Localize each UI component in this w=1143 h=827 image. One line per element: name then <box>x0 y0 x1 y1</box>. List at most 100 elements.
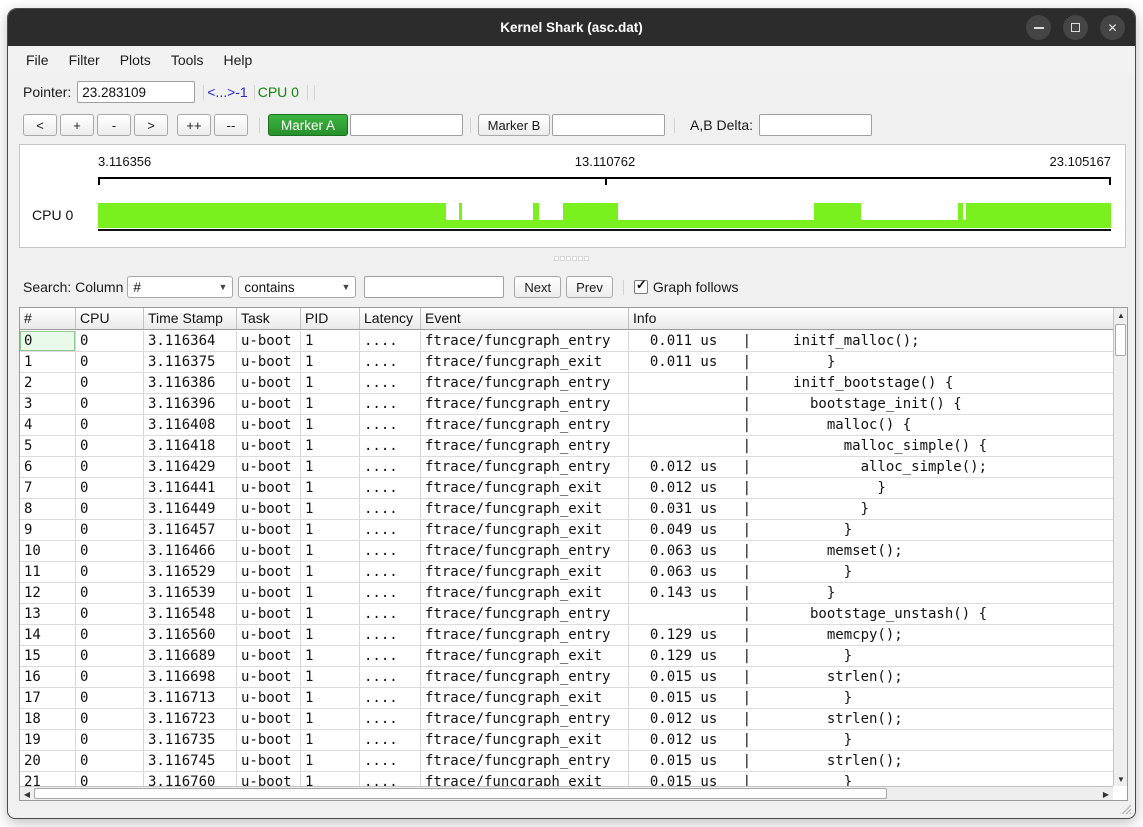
close-button[interactable]: ✕ <box>1100 15 1125 40</box>
table-cell[interactable]: ftrace/funcgraph_entry <box>421 604 629 624</box>
table-row[interactable]: 403.116408u-boot1....ftrace/funcgraph_en… <box>20 415 1113 436</box>
table-cell[interactable]: ftrace/funcgraph_entry <box>421 751 629 771</box>
table-cell[interactable]: 0 <box>76 436 144 456</box>
table-cell[interactable]: ftrace/funcgraph_entry <box>421 457 629 477</box>
col-header-info[interactable]: Info <box>629 308 1113 329</box>
table-cell[interactable]: 3.116689 <box>144 646 237 666</box>
table-cell[interactable]: .... <box>360 583 421 603</box>
table-cell[interactable]: 0.012 us | alloc_simple(); <box>629 457 1113 477</box>
table-cell[interactable]: 3.116560 <box>144 625 237 645</box>
table-cell[interactable]: 12 <box>20 583 76 603</box>
col-header-cpu[interactable]: CPU <box>76 308 144 329</box>
table-cell[interactable]: .... <box>360 709 421 729</box>
scroll-up-icon[interactable]: ▲ <box>1114 308 1128 322</box>
table-cell[interactable]: 0 <box>76 646 144 666</box>
table-cell[interactable]: 0.011 us | } <box>629 352 1113 372</box>
table-cell[interactable]: ftrace/funcgraph_exit <box>421 478 629 498</box>
table-cell[interactable]: 1 <box>301 625 360 645</box>
table-cell[interactable]: 3.116539 <box>144 583 237 603</box>
table-row[interactable]: 1203.116539u-boot1....ftrace/funcgraph_e… <box>20 583 1113 604</box>
table-cell[interactable]: 1 <box>301 751 360 771</box>
table-cell[interactable]: .... <box>360 751 421 771</box>
marker-b-input[interactable] <box>552 114 665 136</box>
table-row[interactable]: 803.116449u-boot1....ftrace/funcgraph_ex… <box>20 499 1113 520</box>
table-cell[interactable]: ftrace/funcgraph_entry <box>421 709 629 729</box>
table-cell[interactable]: 1 <box>301 499 360 519</box>
table-cell[interactable]: u-boot <box>237 625 301 645</box>
col-header-timestamp[interactable]: Time Stamp <box>144 308 237 329</box>
table-cell[interactable]: 3.116745 <box>144 751 237 771</box>
table-cell[interactable]: 1 <box>301 604 360 624</box>
table-cell[interactable]: 3 <box>20 394 76 414</box>
table-cell[interactable]: 0.012 us | strlen(); <box>629 709 1113 729</box>
table-cell[interactable]: .... <box>360 625 421 645</box>
table-cell[interactable]: 0.015 us | } <box>629 688 1113 708</box>
search-next-button[interactable]: Next <box>514 276 561 298</box>
table-cell[interactable]: u-boot <box>237 772 301 786</box>
trace-graph-panel[interactable]: 3.116356 13.110762 23.105167 CPU 0 <box>19 144 1126 248</box>
table-cell[interactable]: | malloc() { <box>629 415 1113 435</box>
table-cell[interactable]: ftrace/funcgraph_entry <box>421 394 629 414</box>
table-cell[interactable]: u-boot <box>237 499 301 519</box>
table-cell[interactable]: .... <box>360 415 421 435</box>
table-cell[interactable]: u-boot <box>237 562 301 582</box>
ab-delta-input[interactable] <box>759 114 872 136</box>
table-cell[interactable]: .... <box>360 331 421 351</box>
table-cell[interactable]: 0.012 us | } <box>629 478 1113 498</box>
menu-file[interactable]: File <box>16 49 59 71</box>
horizontal-scrollbar-thumb[interactable] <box>34 788 887 799</box>
table-cell[interactable]: 7 <box>20 478 76 498</box>
table-cell[interactable]: 3.116760 <box>144 772 237 786</box>
menu-help[interactable]: Help <box>214 49 263 71</box>
title-bar[interactable]: Kernel Shark (asc.dat) ✕ <box>8 9 1135 46</box>
table-cell[interactable]: .... <box>360 541 421 561</box>
table-row[interactable]: 903.116457u-boot1....ftrace/funcgraph_ex… <box>20 520 1113 541</box>
table-cell[interactable]: 0.049 us | } <box>629 520 1113 540</box>
zoom-out-fast-button[interactable]: -- <box>214 114 248 136</box>
table-cell[interactable]: 0 <box>76 709 144 729</box>
table-cell[interactable]: u-boot <box>237 583 301 603</box>
scroll-left-icon[interactable]: ◀ <box>20 787 34 801</box>
cpu-bar[interactable] <box>98 203 1111 228</box>
table-cell[interactable]: ftrace/funcgraph_entry <box>421 331 629 351</box>
table-cell[interactable]: 3.116713 <box>144 688 237 708</box>
table-cell[interactable]: .... <box>360 667 421 687</box>
table-cell[interactable]: ftrace/funcgraph_exit <box>421 562 629 582</box>
col-header-event[interactable]: Event <box>421 308 629 329</box>
table-cell[interactable]: 0.129 us | } <box>629 646 1113 666</box>
zoom-right-button[interactable]: > <box>134 114 168 136</box>
table-row[interactable]: 1403.116560u-boot1....ftrace/funcgraph_e… <box>20 625 1113 646</box>
table-cell[interactable]: 0.143 us | } <box>629 583 1113 603</box>
table-row[interactable]: 603.116429u-boot1....ftrace/funcgraph_en… <box>20 457 1113 478</box>
table-cell[interactable]: 3.116441 <box>144 478 237 498</box>
table-cell[interactable]: 1 <box>301 352 360 372</box>
table-cell[interactable]: ftrace/funcgraph_entry <box>421 625 629 645</box>
table-cell[interactable]: 0 <box>76 394 144 414</box>
table-cell[interactable]: 3.116408 <box>144 415 237 435</box>
table-cell[interactable]: u-boot <box>237 520 301 540</box>
table-cell[interactable]: u-boot <box>237 541 301 561</box>
table-cell[interactable]: 3.116723 <box>144 709 237 729</box>
table-cell[interactable]: 8 <box>20 499 76 519</box>
table-cell[interactable]: 1 <box>301 709 360 729</box>
table-cell[interactable]: .... <box>360 394 421 414</box>
table-cell[interactable]: 0 <box>76 625 144 645</box>
table-cell[interactable]: 1 <box>301 667 360 687</box>
table-cell[interactable]: 3.116418 <box>144 436 237 456</box>
table-cell[interactable]: u-boot <box>237 667 301 687</box>
search-prev-button[interactable]: Prev <box>566 276 613 298</box>
table-cell[interactable]: 0.015 us | } <box>629 772 1113 786</box>
table-cell[interactable]: u-boot <box>237 730 301 750</box>
table-cell[interactable]: | initf_bootstage() { <box>629 373 1113 393</box>
table-cell[interactable]: 1 <box>301 646 360 666</box>
table-cell[interactable]: u-boot <box>237 604 301 624</box>
search-column-select[interactable]: # ▼ <box>127 276 233 298</box>
table-cell[interactable]: 0.015 us | strlen(); <box>629 667 1113 687</box>
table-cell[interactable]: .... <box>360 646 421 666</box>
table-cell[interactable]: .... <box>360 562 421 582</box>
table-row[interactable]: 503.116418u-boot1....ftrace/funcgraph_en… <box>20 436 1113 457</box>
table-cell[interactable]: 2 <box>20 373 76 393</box>
table-cell[interactable]: 3.116698 <box>144 667 237 687</box>
table-cell[interactable]: 16 <box>20 667 76 687</box>
table-cell[interactable]: 3.116364 <box>144 331 237 351</box>
